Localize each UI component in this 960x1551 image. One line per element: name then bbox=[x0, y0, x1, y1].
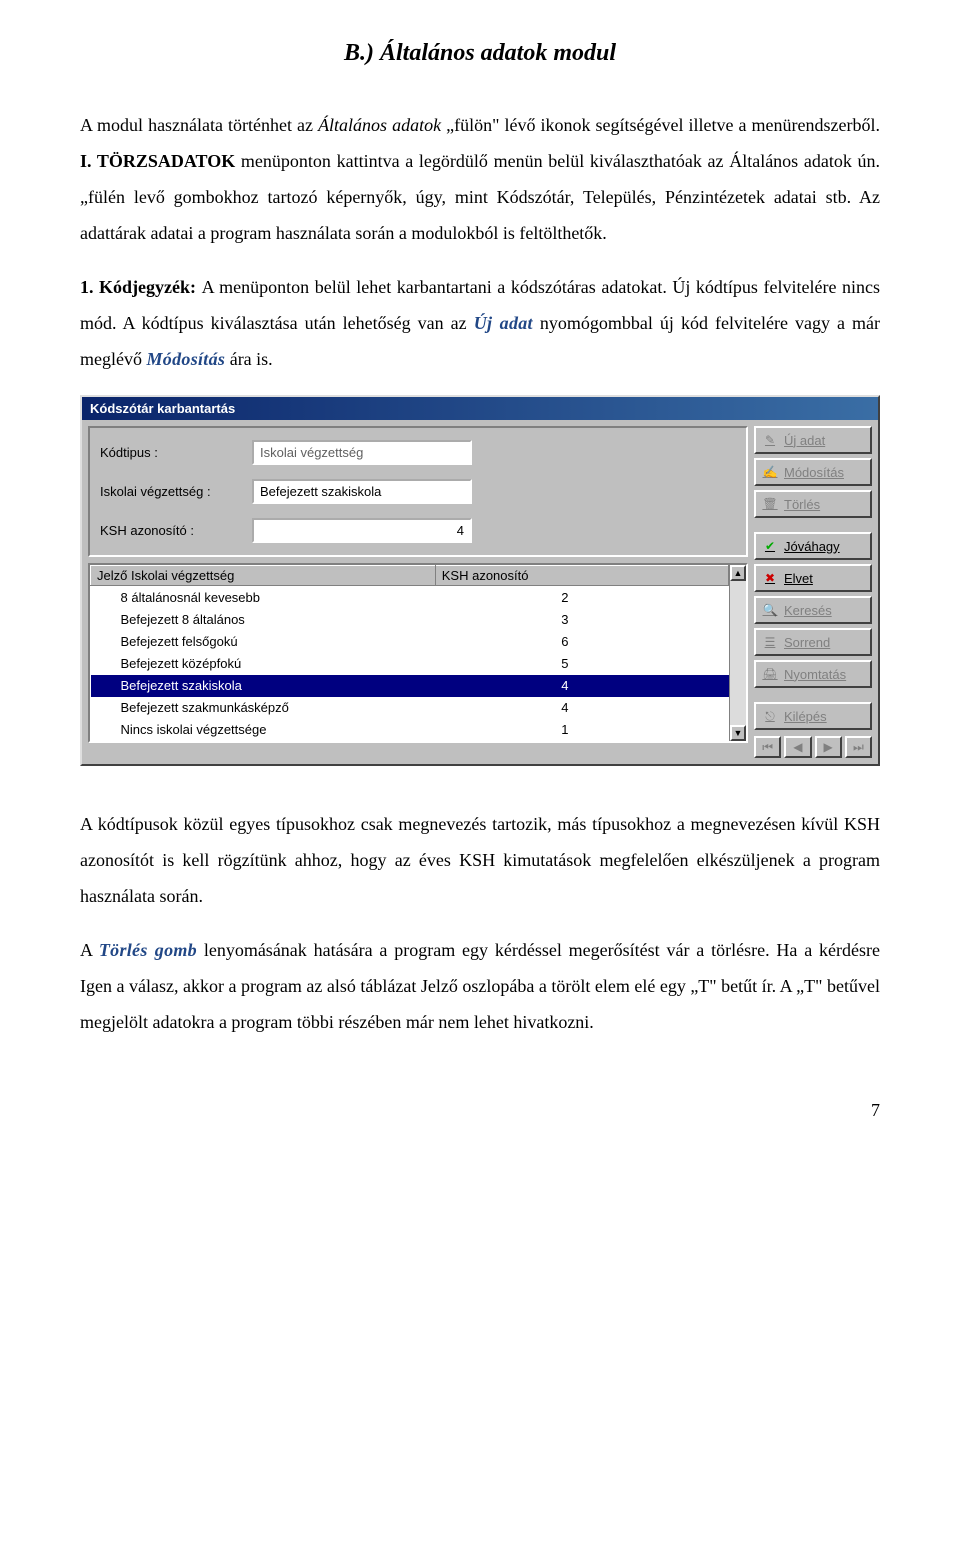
table-row[interactable]: Nincs iskolai végzettsége1 bbox=[91, 719, 729, 741]
text: „fülön" lévő ikonok segítségével illetve… bbox=[446, 115, 880, 135]
page-title: B.) Általános adatok modul bbox=[80, 40, 880, 67]
torles-button[interactable]: 🗑 Törlés bbox=[754, 490, 872, 518]
button-label: Sorrend bbox=[784, 635, 830, 650]
kereses-button[interactable]: 🔍 Keresés bbox=[754, 596, 872, 624]
cell-name: Befejezett 8 általános bbox=[91, 608, 436, 630]
label-kodtipus: Kódtipus : bbox=[100, 445, 240, 460]
cell-name: Nincs iskolai végzettsége bbox=[91, 719, 436, 741]
ujadat-button[interactable]: ✎ Új adat bbox=[754, 426, 872, 454]
nav-last-button[interactable]: ⏭ bbox=[845, 736, 872, 758]
window-titlebar: Kódszótár karbantartás bbox=[82, 397, 878, 420]
sorrend-button[interactable]: ☰ Sorrend bbox=[754, 628, 872, 656]
search-icon: 🔍 bbox=[762, 602, 778, 618]
table-row[interactable]: Befejezett 8 általános3 bbox=[91, 608, 729, 630]
text-bold: I. TÖRZSADATOK bbox=[80, 151, 235, 171]
nyomtatas-button[interactable]: 🖨 Nyomtatás bbox=[754, 660, 872, 688]
cell-name: Befejezett középfokú bbox=[91, 652, 436, 674]
table-header-ksh[interactable]: KSH azonosító bbox=[435, 566, 728, 586]
page-number: 7 bbox=[80, 1100, 880, 1121]
app-window: Kódszótár karbantartás Kódtipus : Iskola… bbox=[80, 395, 880, 766]
paragraph-4: A Törlés gomb lenyomásának hatására a pr… bbox=[80, 932, 880, 1040]
kilepes-button[interactable]: ⎋ Kilépés bbox=[754, 702, 872, 730]
cell-name: Befejezett szakiskola bbox=[91, 675, 436, 697]
button-label: Új adat bbox=[784, 433, 825, 448]
kodtipus-field[interactable] bbox=[252, 440, 472, 465]
data-table-panel: Jelző Iskolai végzettség KSH azonosító 8… bbox=[88, 563, 748, 743]
cell-ksh: 1 bbox=[435, 719, 728, 741]
button-label: Törlés bbox=[784, 497, 820, 512]
label-iskolai: Iskolai végzettség : bbox=[100, 484, 240, 499]
text-bold: 1. Kódjegyzék: bbox=[80, 277, 202, 297]
cell-ksh: 5 bbox=[435, 652, 728, 674]
action-word: Törlés gomb bbox=[99, 940, 197, 960]
table-row[interactable]: Befejezett szakmunkásképző4 bbox=[91, 697, 729, 719]
scroll-down-icon[interactable]: ▼ bbox=[730, 725, 746, 741]
check-icon: ✔ bbox=[762, 538, 778, 554]
cell-ksh: 2 bbox=[435, 586, 728, 609]
sort-icon: ☰ bbox=[762, 634, 778, 650]
text-emphasis: Általános adatok bbox=[318, 115, 441, 135]
button-label: Elvet bbox=[784, 571, 813, 586]
button-panel: ✎ Új adat ✍ Módosítás 🗑 Törlés ✔ Jóváhag… bbox=[754, 426, 872, 758]
trash-icon: 🗑 bbox=[762, 496, 778, 512]
kodjegyzek-paragraph: 1. Kódjegyzék: A menüponton belül lehet … bbox=[80, 269, 880, 377]
button-label: Jóváhagy bbox=[784, 539, 840, 554]
ksh-field[interactable] bbox=[252, 518, 472, 543]
exit-icon: ⎋ bbox=[762, 708, 778, 724]
text: A modul használata történhet az bbox=[80, 115, 318, 135]
scroll-track[interactable] bbox=[730, 581, 746, 725]
paragraph-3: A kódtípusok közül egyes típusokhoz csak… bbox=[80, 806, 880, 914]
button-label: Kilépés bbox=[784, 709, 827, 724]
table-row[interactable]: Befejezett felsőgokú6 bbox=[91, 630, 729, 652]
elvet-button[interactable]: ✖ Elvet bbox=[754, 564, 872, 592]
cancel-icon: ✖ bbox=[762, 570, 778, 586]
action-word: Új adat bbox=[474, 313, 533, 333]
jovahagy-button[interactable]: ✔ Jóváhagy bbox=[754, 532, 872, 560]
table-row[interactable]: Befejezett középfokú5 bbox=[91, 652, 729, 674]
table-header-name[interactable]: Jelző Iskolai végzettség bbox=[91, 566, 436, 586]
cell-ksh: 4 bbox=[435, 675, 728, 697]
cell-name: 8 általánosnál kevesebb bbox=[91, 586, 436, 609]
scroll-up-icon[interactable]: ▲ bbox=[730, 565, 746, 581]
button-label: Keresés bbox=[784, 603, 832, 618]
label-ksh: KSH azonosító : bbox=[100, 523, 240, 538]
text: A bbox=[80, 940, 99, 960]
embedded-screenshot: Kódszótár karbantartás Kódtipus : Iskola… bbox=[80, 395, 880, 766]
cell-ksh: 6 bbox=[435, 630, 728, 652]
cell-ksh: 4 bbox=[435, 697, 728, 719]
new-icon: ✎ bbox=[762, 432, 778, 448]
nav-prev-button[interactable]: ◀ bbox=[784, 736, 811, 758]
modositas-button[interactable]: ✍ Módosítás bbox=[754, 458, 872, 486]
nav-first-button[interactable]: ⏮ bbox=[754, 736, 781, 758]
data-table[interactable]: Jelző Iskolai végzettség KSH azonosító 8… bbox=[90, 565, 729, 741]
scrollbar[interactable]: ▲ ▼ bbox=[729, 565, 746, 741]
table-row[interactable]: Befejezett szakiskola4 bbox=[91, 675, 729, 697]
cell-name: Befejezett szakmunkásképző bbox=[91, 697, 436, 719]
button-label: Módosítás bbox=[784, 465, 844, 480]
text: lenyomásának hatására a program egy kérd… bbox=[80, 940, 880, 1032]
text: ára is. bbox=[230, 349, 273, 369]
action-word: Módosítás bbox=[146, 349, 225, 369]
cell-ksh: 3 bbox=[435, 608, 728, 630]
form-panel: Kódtipus : Iskolai végzettség : KSH azon… bbox=[88, 426, 748, 557]
intro-paragraph: A modul használata történhet az Általáno… bbox=[80, 107, 880, 251]
iskolai-field[interactable] bbox=[252, 479, 472, 504]
edit-icon: ✍ bbox=[762, 464, 778, 480]
nav-next-button[interactable]: ▶ bbox=[815, 736, 842, 758]
button-label: Nyomtatás bbox=[784, 667, 846, 682]
print-icon: 🖨 bbox=[762, 666, 778, 682]
table-row[interactable]: 8 általánosnál kevesebb2 bbox=[91, 586, 729, 609]
cell-name: Befejezett felsőgokú bbox=[91, 630, 436, 652]
